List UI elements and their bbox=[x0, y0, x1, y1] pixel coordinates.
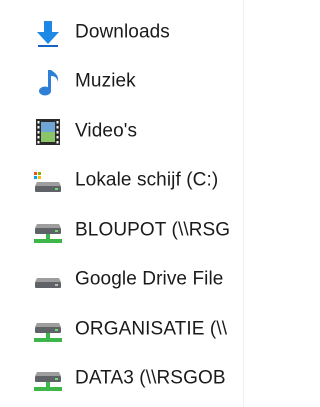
nav-item-label: Muziek bbox=[75, 70, 136, 92]
navigation-list: Downloads Muziek Video's Lokale schijf (… bbox=[0, 8, 244, 404]
nav-item-downloads[interactable]: Downloads bbox=[0, 8, 244, 58]
music-note-icon bbox=[31, 65, 65, 99]
nav-item-muziek[interactable]: Muziek bbox=[0, 58, 244, 108]
network-drive-icon bbox=[31, 313, 65, 347]
film-strip-icon bbox=[31, 115, 65, 149]
drive-icon bbox=[31, 263, 65, 297]
nav-item-label: Google Drive File bbox=[75, 268, 224, 290]
network-drive-icon bbox=[31, 214, 65, 248]
local-disk-icon bbox=[31, 164, 65, 198]
nav-item-organisatie[interactable]: ORGANISATIE (\\ bbox=[0, 305, 244, 355]
nav-item-local-disk[interactable]: Lokale schijf (C:) bbox=[0, 157, 244, 207]
network-drive-icon bbox=[31, 362, 65, 396]
nav-item-label: ORGANISATIE (\\ bbox=[75, 318, 228, 340]
nav-item-videos[interactable]: Video's bbox=[0, 107, 244, 157]
nav-item-data3[interactable]: DATA3 (\\RSGOB bbox=[0, 355, 244, 405]
nav-item-label: DATA3 (\\RSGOB bbox=[75, 367, 226, 389]
nav-item-label: Lokale schijf (C:) bbox=[75, 169, 219, 191]
navigation-pane: Downloads Muziek Video's Lokale schijf (… bbox=[0, 0, 244, 407]
nav-item-google-drive[interactable]: Google Drive File bbox=[0, 256, 244, 306]
nav-item-label: Downloads bbox=[75, 21, 170, 43]
downloads-arrow-icon bbox=[31, 16, 65, 50]
nav-item-bloupot[interactable]: BLOUPOT (\\RSG bbox=[0, 206, 244, 256]
nav-item-label: Video's bbox=[75, 120, 138, 142]
nav-item-label: BLOUPOT (\\RSG bbox=[75, 219, 231, 241]
pane-right-edge bbox=[243, 0, 250, 407]
